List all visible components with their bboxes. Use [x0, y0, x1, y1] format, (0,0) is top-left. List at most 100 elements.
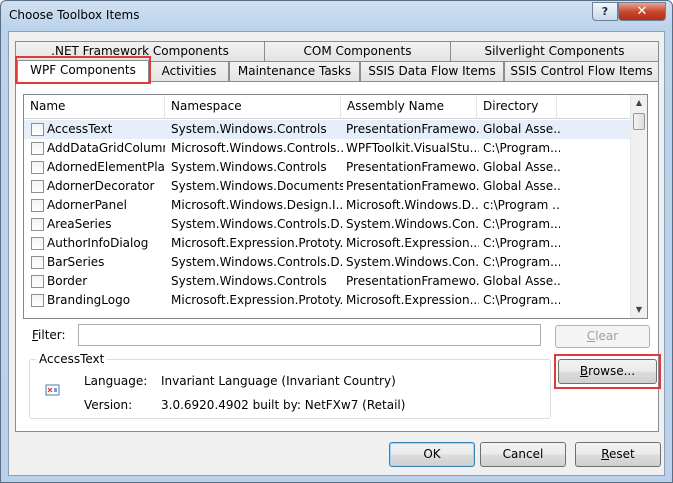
item-directory: C:\Program...: [483, 141, 560, 155]
list-item[interactable]: AdornerPanel Microsoft.Windows.Design.I..…: [24, 196, 630, 215]
item-name: Border: [47, 274, 88, 288]
filter-label: Filter:: [32, 328, 66, 342]
item-directory: C:\Program...: [483, 255, 560, 269]
item-assembly-name: PresentationFramewo...: [346, 160, 479, 174]
item-checkbox[interactable]: [31, 256, 44, 269]
tab-silverlight-components[interactable]: Silverlight Components: [450, 41, 659, 61]
item-directory: Global Asse...: [483, 274, 560, 288]
item-namespace: Microsoft.Windows.Design.I...: [171, 198, 343, 212]
close-button[interactable]: ✕: [618, 2, 666, 21]
item-name: AccessText: [47, 122, 113, 136]
browse-button[interactable]: Browse...: [558, 359, 657, 384]
item-checkbox[interactable]: [31, 123, 44, 136]
browse-mnemonic: B: [579, 364, 589, 378]
item-namespace: Microsoft.Expression.Prototy...: [171, 236, 343, 250]
tab-ssis-control-flow-items[interactable]: SSIS Control Flow Items: [504, 61, 659, 81]
scroll-down-icon[interactable]: ▼: [631, 302, 647, 318]
title-bar[interactable]: Choose Toolbox Items ? ✕: [1, 1, 672, 29]
item-name: AreaSeries: [47, 217, 112, 231]
item-directory: C:\Program...: [483, 293, 560, 307]
item-assembly-name: Microsoft.Expression....: [346, 293, 479, 307]
clear-label: lear: [595, 329, 619, 343]
item-assembly-name: PresentationFramewo...: [346, 179, 479, 193]
tab-wpf-components[interactable]: WPF Components: [17, 60, 149, 82]
column-header-name[interactable]: Name: [24, 95, 165, 119]
browse-label: rowse...: [588, 364, 636, 378]
item-checkbox[interactable]: [31, 237, 44, 250]
list-item[interactable]: BrandingLogo Microsoft.Expression.Prototy…: [24, 291, 630, 310]
item-directory: Global Asse...: [483, 179, 560, 193]
column-header-assembly-name[interactable]: Assembly Name: [341, 95, 477, 119]
item-checkbox[interactable]: [31, 161, 44, 174]
list-item[interactable]: Border System.Windows.Controls Presentatio…: [24, 272, 630, 291]
tab-maintenance-tasks[interactable]: Maintenance Tasks: [229, 61, 360, 81]
tab-com-components[interactable]: COM Components: [264, 41, 451, 61]
item-namespace: System.Windows.Controls: [171, 122, 327, 136]
item-checkbox[interactable]: [31, 218, 44, 231]
ok-button[interactable]: OK: [389, 442, 475, 467]
vertical-scrollbar[interactable]: ▲ ▼: [630, 95, 647, 318]
tab-net-framework-components[interactable]: .NET Framework Components: [15, 41, 265, 61]
item-namespace: Microsoft.Windows.Controls....: [171, 141, 343, 155]
item-directory: Global Asse...: [483, 122, 560, 136]
column-header-namespace[interactable]: Namespace: [165, 95, 341, 119]
reset-mnemonic: R: [601, 447, 610, 461]
list-item[interactable]: AdornerDecorator System.Windows.Documents…: [24, 177, 630, 196]
language-label: Language:: [84, 374, 148, 388]
item-assembly-name: WPFToolkit.VisualStu...: [346, 141, 479, 155]
list-item[interactable]: BarSeries System.Windows.Controls.D... Sys…: [24, 253, 630, 272]
item-assembly-name: PresentationFramewo...: [346, 274, 479, 288]
item-checkbox[interactable]: [31, 294, 44, 307]
scroll-up-icon[interactable]: ▲: [631, 95, 647, 111]
item-directory: c:\Program ...: [483, 198, 560, 212]
list-header: Name Namespace Assembly Name Directory: [24, 95, 630, 119]
list-item[interactable]: AdornedElementPlac... System.Windows.Cont…: [24, 158, 630, 177]
item-checkbox[interactable]: [31, 180, 44, 193]
list-item[interactable]: AddDataGridColumn... Microsoft.Windows.Co…: [24, 139, 630, 158]
clear-button[interactable]: Clear: [555, 325, 650, 348]
list-item[interactable]: AccessText System.Windows.Controls Present…: [24, 120, 630, 139]
item-name: BarSeries: [47, 255, 105, 269]
list-item[interactable]: AreaSeries System.Windows.Controls.D... Sy…: [24, 215, 630, 234]
item-namespace: System.Windows.Documents: [171, 179, 343, 193]
filter-label-text: ilter:: [38, 328, 66, 342]
item-assembly-name: Microsoft.Windows.D...: [346, 198, 479, 212]
reset-button[interactable]: Reset: [575, 442, 661, 467]
item-directory: Global Asse...: [483, 160, 560, 174]
clear-mnemonic: C: [586, 329, 596, 343]
component-icon: [45, 384, 60, 396]
item-name: BrandingLogo: [47, 293, 131, 307]
tab-ssis-data-flow-items[interactable]: SSIS Data Flow Items: [360, 61, 504, 81]
cancel-button[interactable]: Cancel: [480, 442, 566, 467]
dialog-client-area: .NET Framework Components COM Components…: [8, 31, 665, 476]
language-value: Invariant Language (Invariant Country): [161, 374, 396, 388]
item-namespace: Microsoft.Expression.Prototy...: [171, 293, 343, 307]
item-name: AuthorInfoDialog: [47, 236, 149, 250]
item-namespace: System.Windows.Controls: [171, 274, 327, 288]
item-checkbox[interactable]: [31, 199, 44, 212]
components-list[interactable]: Name Namespace Assembly Name Directory A…: [23, 94, 648, 319]
dialog-window: Choose Toolbox Items ? ✕ .NET Framework …: [0, 0, 673, 483]
item-assembly-name: System.Windows.Con...: [346, 255, 479, 269]
item-assembly-name: System.Windows.Con...: [346, 217, 479, 231]
item-directory: C:\Program...: [483, 236, 560, 250]
item-name: AdornerPanel: [47, 198, 127, 212]
tab-activities[interactable]: Activities: [149, 61, 229, 81]
details-group-title: AccessText: [36, 352, 108, 366]
item-namespace: System.Windows.Controls.D...: [171, 217, 343, 231]
item-namespace: System.Windows.Controls.D...: [171, 255, 343, 269]
item-assembly-name: Microsoft.Expression....: [346, 236, 479, 250]
column-header-directory[interactable]: Directory: [477, 95, 557, 119]
item-checkbox[interactable]: [31, 142, 44, 155]
list-item[interactable]: AuthorInfoDialog Microsoft.Expression.Pro…: [24, 234, 630, 253]
scroll-thumb[interactable]: [633, 113, 645, 130]
reset-label: eset: [609, 447, 635, 461]
help-button[interactable]: ?: [592, 2, 618, 21]
window-title: Choose Toolbox Items: [9, 8, 140, 22]
item-directory: C:\Program...: [483, 217, 560, 231]
filter-input[interactable]: [78, 324, 541, 346]
version-value: 3.0.6920.4902 built by: NetFXw7 (Retail): [161, 398, 406, 412]
version-label: Version:: [84, 398, 133, 412]
item-name: AddDataGridColumn...: [47, 141, 165, 155]
item-checkbox[interactable]: [31, 275, 44, 288]
